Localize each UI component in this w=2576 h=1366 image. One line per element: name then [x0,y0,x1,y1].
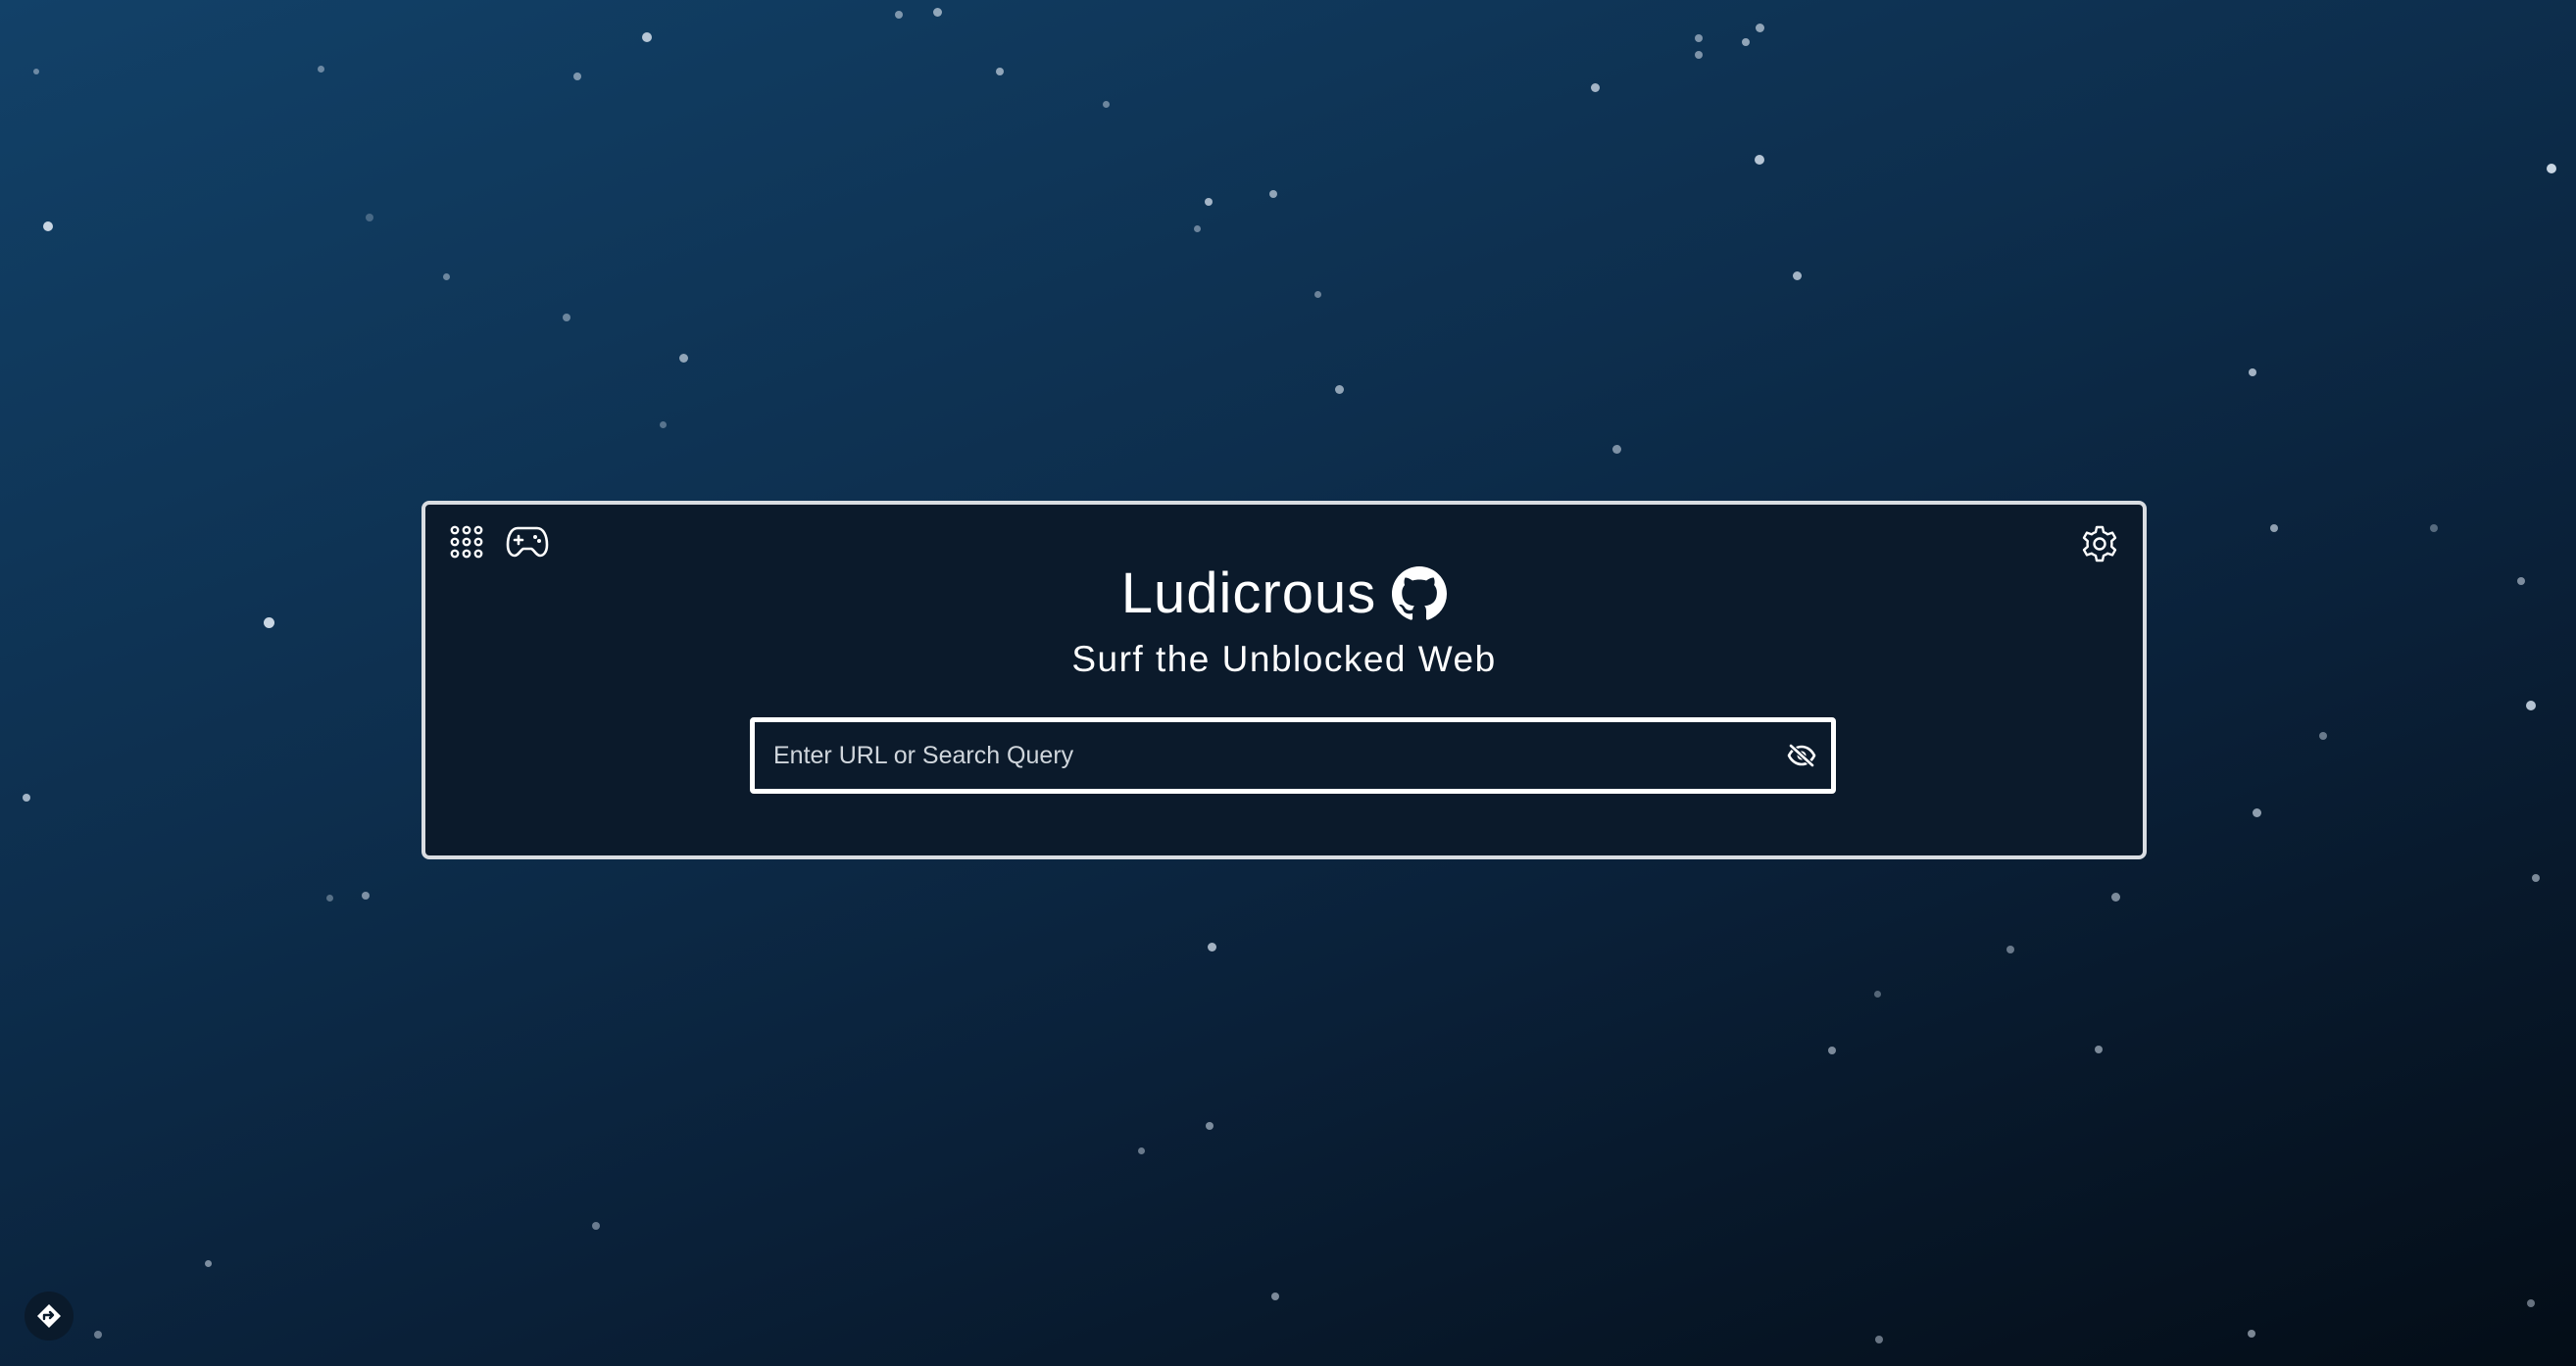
star [2006,946,2014,953]
search-input[interactable] [755,722,1772,789]
star [204,1259,212,1267]
star [1205,198,1213,206]
star [1828,1047,1836,1054]
star [1206,1122,1214,1130]
apps-button[interactable] [449,524,484,560]
star [932,7,942,17]
top-left-toolbar [449,524,549,560]
star [2527,1299,2535,1307]
star [2517,577,2525,585]
star [1313,290,1321,298]
title-row: Ludicrous [425,560,2143,628]
star [1873,990,1881,998]
star [23,794,30,802]
star [1269,190,1277,198]
diamond-direction-icon [37,1304,61,1328]
search-bar [750,717,1836,794]
star [2319,732,2327,740]
star [317,65,324,73]
star [325,894,333,902]
gamepad-icon [506,526,549,558]
star [1875,1336,1883,1343]
star [592,1222,600,1230]
star [1695,51,1703,59]
star [573,73,581,80]
games-button[interactable] [506,525,549,559]
star [2252,807,2261,817]
star [2110,892,2120,902]
star [2270,524,2278,532]
corner-navigation-button[interactable] [25,1292,74,1341]
star [2249,368,2256,376]
star [659,420,667,428]
settings-button[interactable] [2080,524,2119,563]
star [1611,444,1621,454]
star [1137,1146,1145,1154]
star [94,1331,102,1339]
star [642,32,652,42]
star [895,11,903,19]
star [263,616,274,628]
app-title: Ludicrous [1120,561,1377,625]
star [362,892,370,900]
star [1193,224,1201,232]
star [2095,1046,2103,1053]
star [1755,155,1764,165]
star [996,68,1004,75]
star [1792,270,1802,280]
star [1742,38,1750,46]
star [563,314,570,321]
toggle-visibility-button[interactable] [1772,722,1831,789]
star [2547,164,2556,173]
star [2532,874,2540,882]
github-link[interactable] [1392,566,1448,621]
main-panel: Ludicrous Surf the Unblocked Web [421,501,2147,859]
gear-icon [2082,525,2117,562]
star [2248,1330,2255,1338]
apps-grid-icon [450,525,483,559]
app-subtitle: Surf the Unblocked Web [1071,639,1497,679]
star [43,221,53,231]
star [1334,384,1344,394]
star [1271,1293,1279,1300]
star [678,353,688,363]
eye-off-icon [1787,744,1816,767]
star [366,214,373,221]
star [2526,701,2536,710]
star [33,69,39,74]
github-icon [1392,566,1448,620]
star [1590,82,1600,92]
star [1207,942,1216,951]
star [442,272,450,280]
star [1102,100,1110,108]
star [1755,23,1764,32]
star [2430,524,2438,532]
star [1695,34,1703,42]
